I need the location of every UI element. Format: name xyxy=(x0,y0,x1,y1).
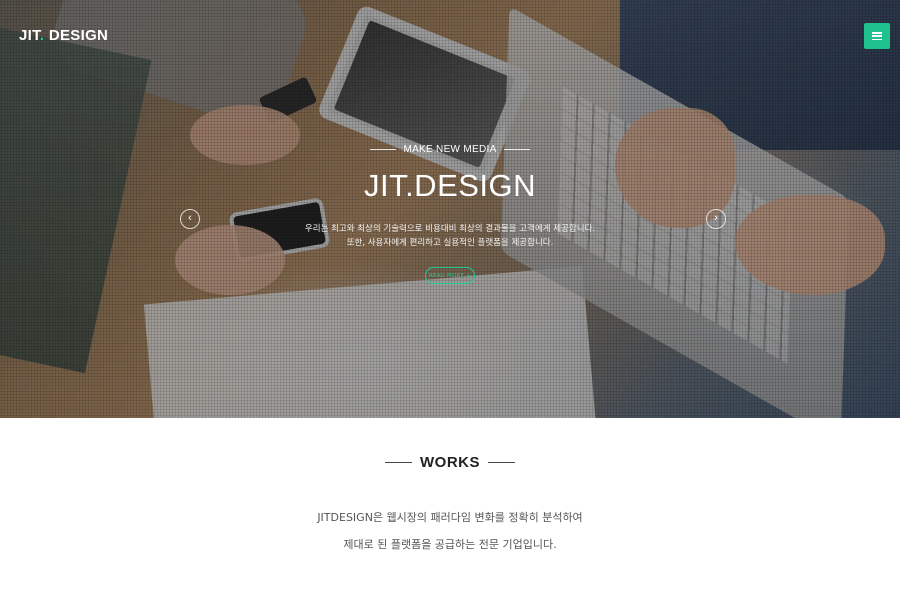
hamburger-icon xyxy=(872,32,882,40)
hero-title: JIT.DESIGN xyxy=(363,168,537,203)
read-more-button[interactable]: READ MORE + xyxy=(425,267,475,284)
hero-kicker: MAKE NEW MEDIA xyxy=(0,144,900,155)
works-description-line: JITDESIGN은 웹시장의 패러다임 변화를 정확히 분석하여 xyxy=(317,511,583,524)
hero-banner: JIT. DESIGN MAKE NEW MEDIA JIT.DESIGN 우리… xyxy=(0,0,900,418)
works-line-left xyxy=(385,462,412,463)
hero-description: 우리는 최고와 최상의 기술력으로 비용대비 최상의 결과물을 고객에게 제공합… xyxy=(0,222,900,250)
works-description-line: 제대로 된 플랫폼을 공급하는 전문 기업입니다. xyxy=(343,538,557,551)
slider-prev-arrow-icon[interactable]: ‹ xyxy=(180,209,200,229)
kicker-line-right xyxy=(503,149,530,150)
logo-text-jit: JIT xyxy=(19,27,40,44)
slider-next-arrow-icon[interactable]: › xyxy=(706,209,726,229)
kicker-line-left xyxy=(370,149,397,150)
hero-kicker-text: MAKE NEW MEDIA xyxy=(403,144,497,155)
hero-description-line: 또한, 사용자에게 편리하고 실용적인 플랫폼을 제공합니다. xyxy=(346,238,554,248)
logo-text-design: DESIGN xyxy=(44,27,109,44)
menu-button[interactable] xyxy=(864,23,890,49)
site-logo[interactable]: JIT. DESIGN xyxy=(19,27,108,44)
works-line-right xyxy=(488,462,515,463)
works-heading-text: WORKS xyxy=(420,454,480,471)
works-heading: WORKS xyxy=(0,454,900,471)
site-header: JIT. DESIGN xyxy=(0,0,900,70)
hero-description-line: 우리는 최고와 최상의 기술력으로 비용대비 최상의 결과물을 고객에게 제공합… xyxy=(304,224,596,234)
